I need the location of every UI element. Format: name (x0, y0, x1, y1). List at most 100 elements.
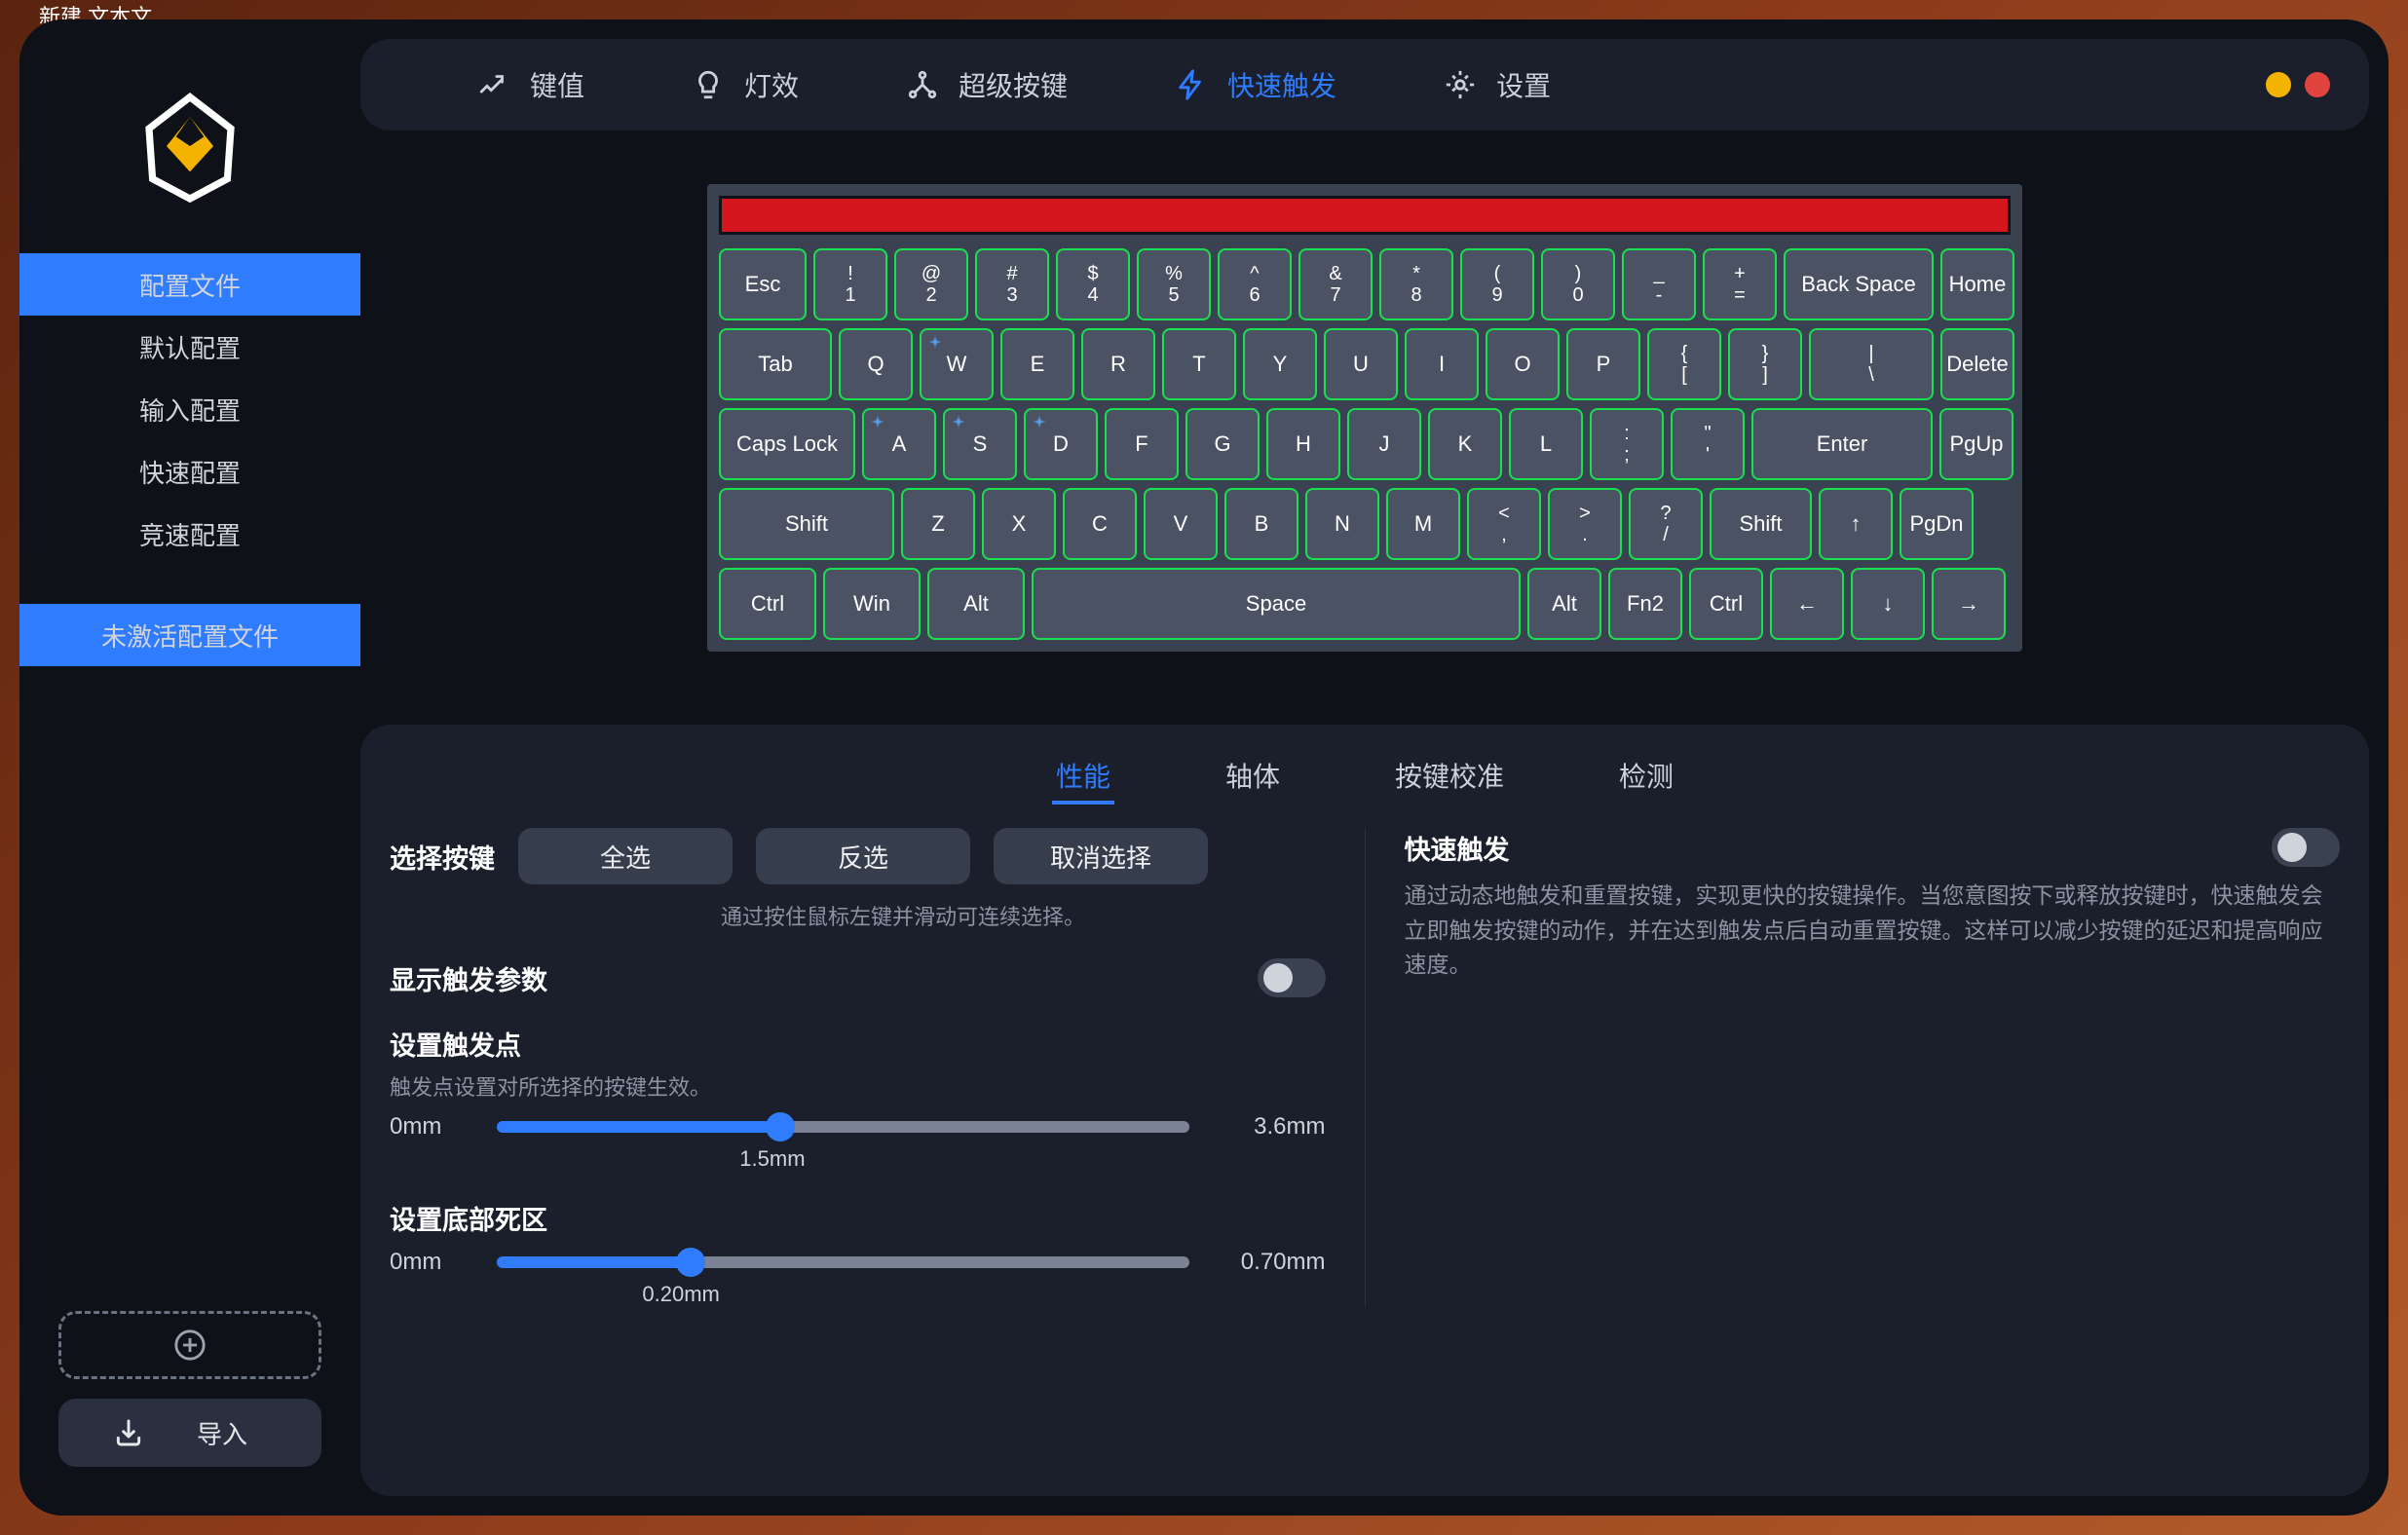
key[interactable]: Alt (1527, 568, 1601, 640)
key[interactable]: Ctrl (1689, 568, 1763, 640)
import-label: 导入 (197, 1415, 247, 1451)
add-profile-button[interactable] (58, 1311, 321, 1379)
sidebar-profile-item[interactable]: 竞速配置 (19, 503, 360, 565)
key[interactable]: @2 (894, 248, 968, 320)
key[interactable]: (9 (1460, 248, 1534, 320)
deadzone-slider[interactable] (497, 1256, 1189, 1268)
clear-selection-button[interactable]: 取消选择 (994, 828, 1208, 884)
key[interactable]: ↓ (1851, 568, 1925, 640)
key[interactable]: !1 (813, 248, 887, 320)
key[interactable]: Q (839, 328, 913, 400)
slider2-min: 0mm (390, 1249, 477, 1276)
top-tab[interactable]: 快速触发 (1175, 65, 1336, 104)
key[interactable]: += (1703, 248, 1777, 320)
key[interactable]: → (1932, 568, 2006, 640)
key[interactable]: Esc (719, 248, 807, 320)
key[interactable]: &7 (1298, 248, 1373, 320)
key[interactable]: Delete (1940, 328, 2014, 400)
key[interactable]: R (1081, 328, 1155, 400)
key[interactable]: _- (1622, 248, 1696, 320)
key[interactable]: #3 (975, 248, 1049, 320)
sidebar-inactive-header[interactable]: 未激活配置文件 (19, 604, 360, 666)
key[interactable]: T (1162, 328, 1236, 400)
key[interactable]: G (1185, 408, 1260, 480)
key[interactable]: K (1428, 408, 1502, 480)
key[interactable]: Back Space (1784, 248, 1934, 320)
key[interactable]: W (920, 328, 994, 400)
key[interactable]: $4 (1056, 248, 1130, 320)
key[interactable]: ← (1770, 568, 1844, 640)
key[interactable]: :; (1590, 408, 1664, 480)
key[interactable]: Z (901, 488, 975, 560)
key[interactable]: S (943, 408, 1017, 480)
select-all-button[interactable]: 全选 (518, 828, 733, 884)
key[interactable]: <, (1467, 488, 1541, 560)
key[interactable]: Fn2 (1608, 568, 1682, 640)
key[interactable]: PgUp (1939, 408, 2013, 480)
key[interactable]: %5 (1137, 248, 1211, 320)
key[interactable]: >. (1548, 488, 1622, 560)
top-tab[interactable]: 超级按键 (906, 65, 1068, 104)
key[interactable]: U (1324, 328, 1398, 400)
window-controls (2266, 72, 2330, 97)
sidebar-profile-item[interactable]: 输入配置 (19, 378, 360, 440)
key[interactable]: |\ (1809, 328, 1934, 400)
sidebar-profile-item[interactable]: 快速配置 (19, 440, 360, 503)
key[interactable]: M (1386, 488, 1460, 560)
key[interactable]: *8 (1379, 248, 1453, 320)
key[interactable]: Caps Lock (719, 408, 855, 480)
rapid-trigger-toggle[interactable] (2272, 828, 2340, 867)
key[interactable]: J (1347, 408, 1421, 480)
invert-selection-button[interactable]: 反选 (756, 828, 970, 884)
key[interactable]: }] (1728, 328, 1802, 400)
key[interactable]: D (1024, 408, 1098, 480)
import-button[interactable]: 导入 (58, 1399, 321, 1467)
top-tab[interactable]: 键值 (477, 65, 584, 104)
key[interactable]: E (1000, 328, 1074, 400)
key[interactable]: Shift (1710, 488, 1812, 560)
keyboard-stage: Esc!1@2#3$4%5^6&7*8(9)0_-+=Back SpaceHom… (360, 145, 2369, 710)
key[interactable]: Shift (719, 488, 894, 560)
key[interactable]: B (1224, 488, 1298, 560)
key[interactable]: C (1063, 488, 1137, 560)
top-tab[interactable]: 设置 (1444, 65, 1551, 104)
key[interactable]: Win (823, 568, 921, 640)
key[interactable]: X (982, 488, 1056, 560)
key[interactable]: Alt (927, 568, 1025, 640)
rapid-trigger-description: 通过动态地触发和重置按键，实现更快的按键操作。当您意图按下或释放按键时，快速触发… (1405, 879, 2341, 983)
key[interactable]: F (1105, 408, 1179, 480)
tab-icon (477, 68, 510, 101)
close-dot[interactable] (2305, 72, 2330, 97)
key[interactable]: P (1566, 328, 1640, 400)
panel-tab[interactable]: 轴体 (1222, 750, 1284, 805)
key[interactable]: ↑ (1819, 488, 1893, 560)
panel-tab[interactable]: 按键校准 (1391, 750, 1508, 805)
key[interactable]: Ctrl (719, 568, 816, 640)
panel-tab[interactable]: 检测 (1615, 750, 1677, 805)
key[interactable]: Y (1243, 328, 1317, 400)
key[interactable]: V (1144, 488, 1218, 560)
show-params-toggle[interactable] (1258, 958, 1326, 997)
trigger-point-slider[interactable] (497, 1121, 1189, 1133)
key[interactable]: ^6 (1218, 248, 1292, 320)
top-tab[interactable]: 灯效 (692, 65, 799, 104)
panel-tab[interactable]: 性能 (1052, 750, 1114, 805)
minimize-dot[interactable] (2266, 72, 2291, 97)
key[interactable]: N (1305, 488, 1379, 560)
key[interactable]: H (1266, 408, 1340, 480)
key[interactable]: Home (1940, 248, 2014, 320)
key[interactable]: {[ (1647, 328, 1721, 400)
key[interactable]: A (862, 408, 936, 480)
key[interactable]: PgDn (1900, 488, 1974, 560)
key[interactable]: ?/ (1629, 488, 1703, 560)
key[interactable]: "' (1671, 408, 1745, 480)
sidebar-profile-item[interactable]: 默认配置 (19, 316, 360, 378)
key[interactable]: )0 (1541, 248, 1615, 320)
key[interactable]: L (1509, 408, 1583, 480)
key[interactable]: Enter (1751, 408, 1933, 480)
key[interactable]: Tab (719, 328, 832, 400)
sidebar-profiles-header[interactable]: 配置文件 (19, 253, 360, 316)
key[interactable]: I (1405, 328, 1479, 400)
key[interactable]: Space (1032, 568, 1521, 640)
key[interactable]: O (1486, 328, 1560, 400)
